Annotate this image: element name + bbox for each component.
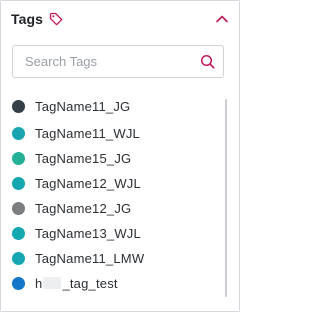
- tag-color-dot: [12, 176, 25, 190]
- tag-color-dot: [12, 99, 25, 113]
- tag-color-dot: [12, 276, 25, 290]
- collapse-button[interactable]: [213, 10, 231, 28]
- tag-label: h _tag_test: [35, 276, 118, 291]
- list-item[interactable]: TagName13_WJL: [12, 223, 141, 243]
- tag-list: TagName11_JG TagName11_WJL TagName15_JG …: [1, 91, 241, 301]
- tag-label-prefix: h: [35, 275, 43, 291]
- redacted-text: [43, 276, 62, 289]
- list-item[interactable]: h _tag_test: [12, 273, 118, 293]
- tag-label: TagName12_WJL: [35, 175, 141, 191]
- search-box: [12, 45, 224, 78]
- list-item[interactable]: TagName12_JG: [12, 198, 131, 218]
- tag-icon: [49, 12, 63, 26]
- tag-color-dot: [12, 251, 25, 265]
- tag-label-suffix: _tag_test: [62, 275, 118, 291]
- list-item[interactable]: TagName11_LMW: [12, 248, 144, 268]
- tag-label: TagName13_WJL: [35, 225, 141, 241]
- scrollbar[interactable]: [225, 99, 227, 297]
- tags-panel: Tags TagName11_JG TagName11_WJL: [0, 0, 240, 312]
- tag-label: TagName12_JG: [35, 200, 132, 216]
- tag-label: TagName15_JG: [35, 150, 132, 166]
- tag-color-dot: [12, 151, 25, 165]
- tag-label: TagName11_LMW: [35, 250, 145, 266]
- list-item[interactable]: TagName15_JG: [12, 148, 131, 168]
- panel-title: Tags: [11, 11, 44, 27]
- search-icon[interactable]: [199, 53, 217, 71]
- tag-color-dot: [12, 201, 25, 215]
- search-input[interactable]: [23, 53, 197, 70]
- list-item[interactable]: TagName11_WJL: [12, 123, 140, 143]
- panel-header: Tags: [11, 9, 63, 29]
- tag-color-dot: [12, 126, 25, 140]
- tag-color-dot: [12, 226, 25, 240]
- list-item[interactable]: TagName11_JG: [12, 96, 130, 116]
- chevron-up-icon: [216, 15, 228, 23]
- tag-label: TagName11_JG: [35, 98, 131, 114]
- list-item[interactable]: TagName12_WJL: [12, 173, 141, 193]
- tag-label: TagName11_WJL: [35, 125, 140, 141]
